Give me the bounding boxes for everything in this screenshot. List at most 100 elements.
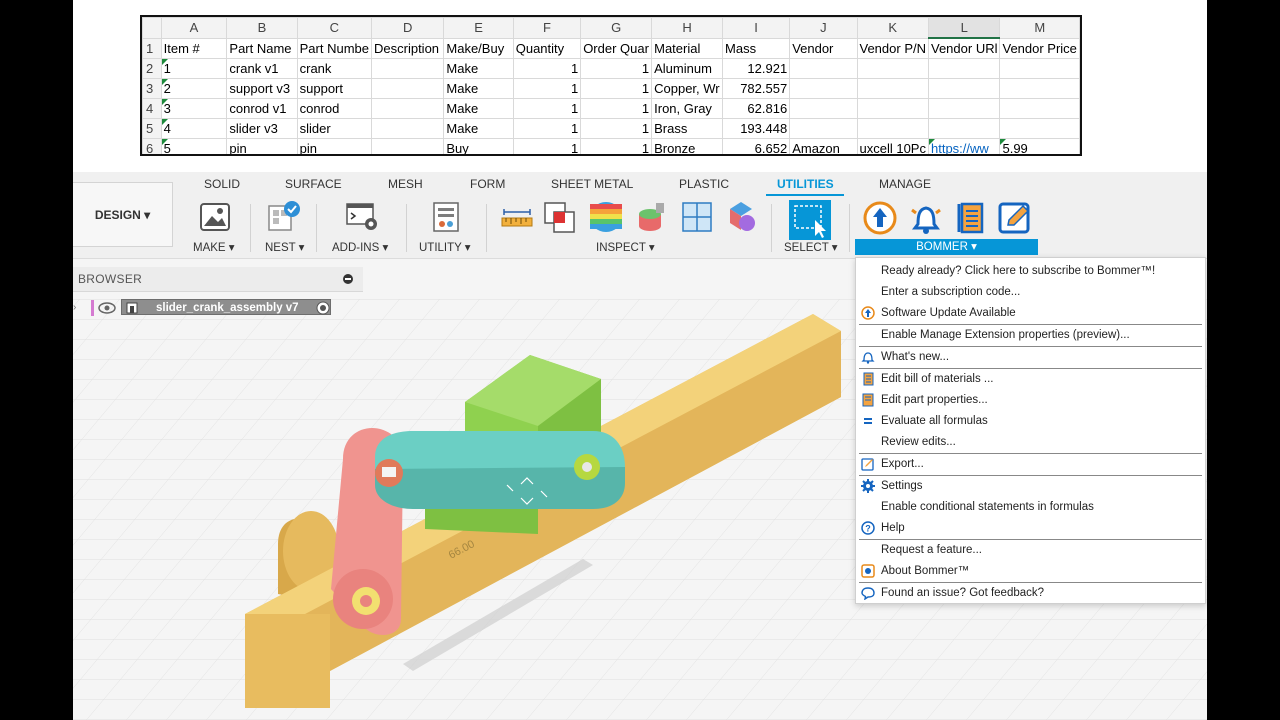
cell[interactable] [999, 58, 1080, 79]
row-number[interactable]: 2 [142, 58, 162, 79]
nest-group-label[interactable]: NEST ▾ [265, 240, 304, 254]
cell[interactable]: 5 [160, 138, 228, 154]
cell[interactable]: uxcell 10Pc [856, 138, 929, 154]
cell[interactable]: Vendor Price [999, 37, 1080, 59]
cell[interactable]: 2 [160, 78, 228, 99]
make-group-label[interactable]: MAKE ▾ [193, 240, 235, 254]
scripts-addins-icon[interactable] [345, 200, 381, 234]
draft-analysis-icon[interactable] [636, 200, 668, 234]
cell[interactable] [370, 118, 445, 139]
corner-cell[interactable] [142, 17, 162, 39]
menu-item-feedback[interactable]: Found an issue? Got feedback? [856, 583, 1205, 603]
utility-group-label[interactable]: UTILITY ▾ [419, 240, 471, 254]
menu-item-export[interactable]: Export... [856, 454, 1205, 474]
cell[interactable]: Vendor [789, 37, 858, 59]
cell[interactable] [927, 98, 1001, 119]
cell[interactable]: pin [226, 138, 298, 154]
row-number[interactable]: 5 [142, 118, 162, 139]
bom-icon[interactable] [954, 200, 988, 236]
menu-item-about[interactable]: About Bommer™ [856, 561, 1205, 581]
menu-item-edit-bom[interactable]: Edit bill of materials ... [856, 369, 1205, 389]
tab-surface[interactable]: SURFACE [285, 177, 342, 191]
cell[interactable] [370, 98, 445, 119]
row-number[interactable]: 1 [142, 37, 162, 59]
menu-item-whats-new[interactable]: What's new... [856, 347, 1205, 367]
cell[interactable] [927, 118, 1001, 139]
cell[interactable]: 1 [512, 58, 582, 79]
measure-icon[interactable] [500, 200, 534, 234]
cell[interactable] [370, 58, 445, 79]
column-header[interactable]: B [226, 17, 298, 39]
make-3dprint-icon[interactable] [198, 200, 232, 234]
cell[interactable]: Quantity [512, 37, 582, 59]
cell[interactable]: Copper, Wr [651, 78, 724, 99]
properties-icon[interactable] [997, 200, 1033, 236]
cell[interactable]: Material [651, 37, 724, 59]
cell[interactable]: 3 [160, 98, 228, 119]
cell[interactable]: 1 [580, 98, 653, 119]
cell[interactable]: Order Quar [580, 37, 653, 59]
interference-icon[interactable] [542, 200, 578, 234]
cell[interactable]: 1 [580, 58, 653, 79]
cell[interactable] [789, 78, 858, 99]
menu-item-software-update[interactable]: Software Update Available [856, 303, 1205, 323]
cell[interactable]: 12.921 [722, 58, 791, 79]
menu-item-evaluate-formulas[interactable]: Evaluate all formulas [856, 411, 1205, 431]
column-header[interactable]: A [160, 17, 228, 39]
cell[interactable]: Amazon [789, 138, 858, 154]
cell[interactable]: Aluminum [651, 58, 724, 79]
menu-item-manage-extension[interactable]: Enable Manage Extension properties (prev… [856, 325, 1205, 345]
cell[interactable]: conrod v1 [226, 98, 298, 119]
cell[interactable]: Make [443, 58, 514, 79]
menu-item-settings[interactable]: Settings [856, 476, 1205, 496]
cell[interactable]: 1 [580, 78, 653, 99]
collapse-icon[interactable] [343, 274, 353, 284]
cell[interactable]: slider v3 [226, 118, 298, 139]
column-header[interactable]: F [512, 17, 582, 39]
column-header-selected[interactable]: L [927, 17, 1001, 39]
column-header[interactable]: I [722, 17, 791, 39]
hyperlink-cell[interactable]: https://ww [927, 138, 1001, 154]
cell[interactable]: 62.816 [722, 98, 791, 119]
select-group-label[interactable]: SELECT ▾ [784, 240, 838, 254]
cell[interactable]: Make [443, 118, 514, 139]
cell[interactable]: 1 [512, 118, 582, 139]
menu-item-subscribe[interactable]: Ready already? Click here to subscribe t… [856, 261, 1205, 281]
cell[interactable]: 1 [512, 138, 582, 154]
cell[interactable] [789, 58, 858, 79]
cell[interactable] [370, 78, 445, 99]
menu-item-edit-part-properties[interactable]: Edit part properties... [856, 390, 1205, 410]
cell[interactable] [999, 98, 1080, 119]
bommer-group-label[interactable]: BOMMER ▾ [855, 239, 1038, 255]
menu-item-request-feature[interactable]: Request a feature... [856, 540, 1205, 560]
select-icon[interactable] [789, 200, 831, 240]
cell[interactable]: 193.448 [722, 118, 791, 139]
row-number[interactable]: 4 [142, 98, 162, 119]
cell[interactable]: support v3 [226, 78, 298, 99]
column-header[interactable]: M [999, 17, 1080, 39]
cell[interactable]: Bronze [651, 138, 724, 154]
cell[interactable]: Buy [443, 138, 514, 154]
activate-radio-icon[interactable] [315, 300, 331, 316]
cell[interactable] [789, 98, 858, 119]
workspace-switcher-button[interactable]: DESIGN ▾ [73, 182, 173, 247]
browser-tree-root[interactable]: › slider_crank_assembly v7 [73, 298, 335, 318]
inspect-group-label[interactable]: INSPECT ▾ [596, 240, 655, 254]
cell[interactable] [856, 98, 929, 119]
visibility-eye-icon[interactable] [98, 302, 116, 314]
tab-utilities[interactable]: UTILITIES [777, 177, 834, 191]
cell[interactable]: Mass [722, 37, 791, 59]
cell[interactable] [927, 58, 1001, 79]
cell[interactable]: Make [443, 98, 514, 119]
cell[interactable]: support [296, 78, 373, 99]
cell[interactable]: Part Numbe [296, 37, 373, 59]
column-header[interactable]: H [651, 17, 724, 39]
cell[interactable]: 1 [580, 138, 653, 154]
menu-item-review-edits[interactable]: Review edits... [856, 432, 1205, 452]
cell[interactable]: Vendor P/N [856, 37, 929, 59]
tab-mesh[interactable]: MESH [388, 177, 423, 191]
cell[interactable]: Item # [160, 37, 228, 59]
update-icon[interactable] [863, 200, 897, 236]
cell[interactable]: slider [296, 118, 373, 139]
row-number[interactable]: 6 [142, 138, 162, 154]
